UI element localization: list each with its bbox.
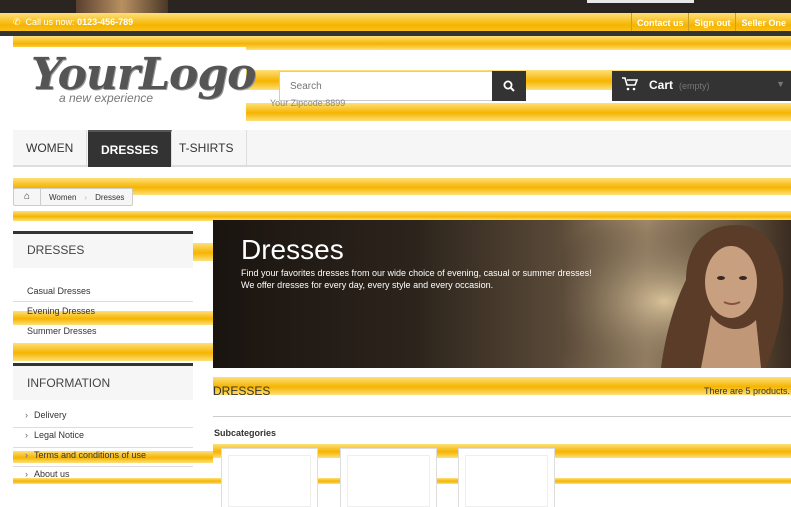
site-logo[interactable]: YourLogo a new experience xyxy=(13,47,257,113)
header-divider xyxy=(0,31,791,36)
subcategory-thumbnail[interactable] xyxy=(340,448,437,507)
breadcrumb: ⌂ Women › Dresses xyxy=(13,188,134,206)
top-tab xyxy=(587,0,694,3)
cart-status: (empty) xyxy=(679,81,710,91)
category-description: Find your favorites dresses from our wid… xyxy=(241,267,592,291)
sidebar-item-label: About us xyxy=(34,469,70,479)
phone-icon: ✆ xyxy=(13,17,21,27)
sidebar-item-label: Legal Notice xyxy=(34,430,85,440)
description-line-1: Find your favorites dresses from our wid… xyxy=(241,268,592,278)
subcategory-image xyxy=(465,455,548,507)
chevron-right-icon: › xyxy=(25,450,28,460)
shopping-cart-icon xyxy=(622,77,639,94)
subcategory-thumbnail[interactable] xyxy=(458,448,555,507)
cart-label: Cart xyxy=(649,78,674,92)
chevron-right-icon: › xyxy=(25,469,28,479)
main-menu: WOMEN DRESSES T-SHIRTS xyxy=(13,130,791,167)
call-us: ✆ Call us now: 0123-456-789 xyxy=(13,17,133,28)
sidebar-item-label: Casual Dresses xyxy=(27,286,91,296)
sidebar-item-delivery[interactable]: › Delivery xyxy=(13,410,193,428)
category-heading: DRESSES xyxy=(213,384,271,398)
sidebar-dresses-block: DRESSES xyxy=(13,231,193,268)
sidebar-item-terms[interactable]: › Terms and conditions of use xyxy=(13,450,193,467)
divider xyxy=(213,416,791,417)
chevron-right-icon: › xyxy=(25,410,28,420)
search-button[interactable] xyxy=(492,71,526,101)
sidebar-item-label: Evening Dresses xyxy=(27,306,96,316)
breadcrumb-item-dresses: Dresses xyxy=(95,192,125,202)
sidebar-item-summer-dresses[interactable]: Summer Dresses xyxy=(13,326,193,342)
sidebar-item-evening-dresses[interactable]: Evening Dresses xyxy=(13,306,193,322)
description-line-2: We offer dresses for every day, every st… xyxy=(241,280,494,290)
search-box xyxy=(279,71,493,101)
home-icon[interactable]: ⌂ xyxy=(14,189,41,205)
subcategory-image xyxy=(228,455,311,507)
sidebar-information-block: INFORMATION xyxy=(13,363,193,400)
category-banner: Dresses Find your favorites dresses from… xyxy=(213,220,791,368)
phone-number: 0123-456-789 xyxy=(77,17,134,27)
sidebar-item-label: Delivery xyxy=(34,410,67,420)
sidebar-item-casual-dresses[interactable]: Casual Dresses xyxy=(13,286,193,302)
yellow-stripe xyxy=(13,343,213,361)
call-prefix: Call us now: xyxy=(25,17,75,27)
cart-block[interactable]: Cart (empty) ▼ xyxy=(612,71,791,101)
breadcrumb-item-women[interactable]: Women xyxy=(41,193,84,202)
logo-tagline: a new experience xyxy=(59,91,154,105)
subcategory-image xyxy=(347,455,430,507)
menu-item-women[interactable]: WOMEN xyxy=(13,130,88,167)
subcategory-thumbnail[interactable] xyxy=(221,448,318,507)
product-count: There are 5 products. xyxy=(703,386,790,396)
search-input[interactable] xyxy=(280,72,492,100)
search-icon xyxy=(503,80,515,92)
menu-item-dresses[interactable]: DRESSES xyxy=(88,130,173,167)
sidebar-information-title: INFORMATION xyxy=(27,376,111,390)
sidebar-item-about-us[interactable]: › About us xyxy=(13,469,193,485)
sidebar-item-legal-notice[interactable]: › Legal Notice xyxy=(13,430,193,448)
top-promo-bar xyxy=(0,0,791,13)
caret-down-icon: ▼ xyxy=(776,79,785,89)
chevron-right-icon: › xyxy=(25,430,28,440)
category-title: Dresses xyxy=(241,234,344,265)
subcategories-label: Subcategories xyxy=(214,428,277,438)
menu-item-tshirts[interactable]: T-SHIRTS xyxy=(166,130,248,167)
promo-banner-image[interactable] xyxy=(76,0,168,13)
sidebar-dresses-title[interactable]: DRESSES xyxy=(27,243,84,257)
sidebar-item-label: Terms and conditions of use xyxy=(34,450,147,460)
zipcode-text: Your Zipcode:8899 xyxy=(270,98,346,108)
yellow-stripe xyxy=(193,243,213,261)
model-photo xyxy=(561,220,791,368)
sidebar-item-label: Summer Dresses xyxy=(27,326,97,336)
